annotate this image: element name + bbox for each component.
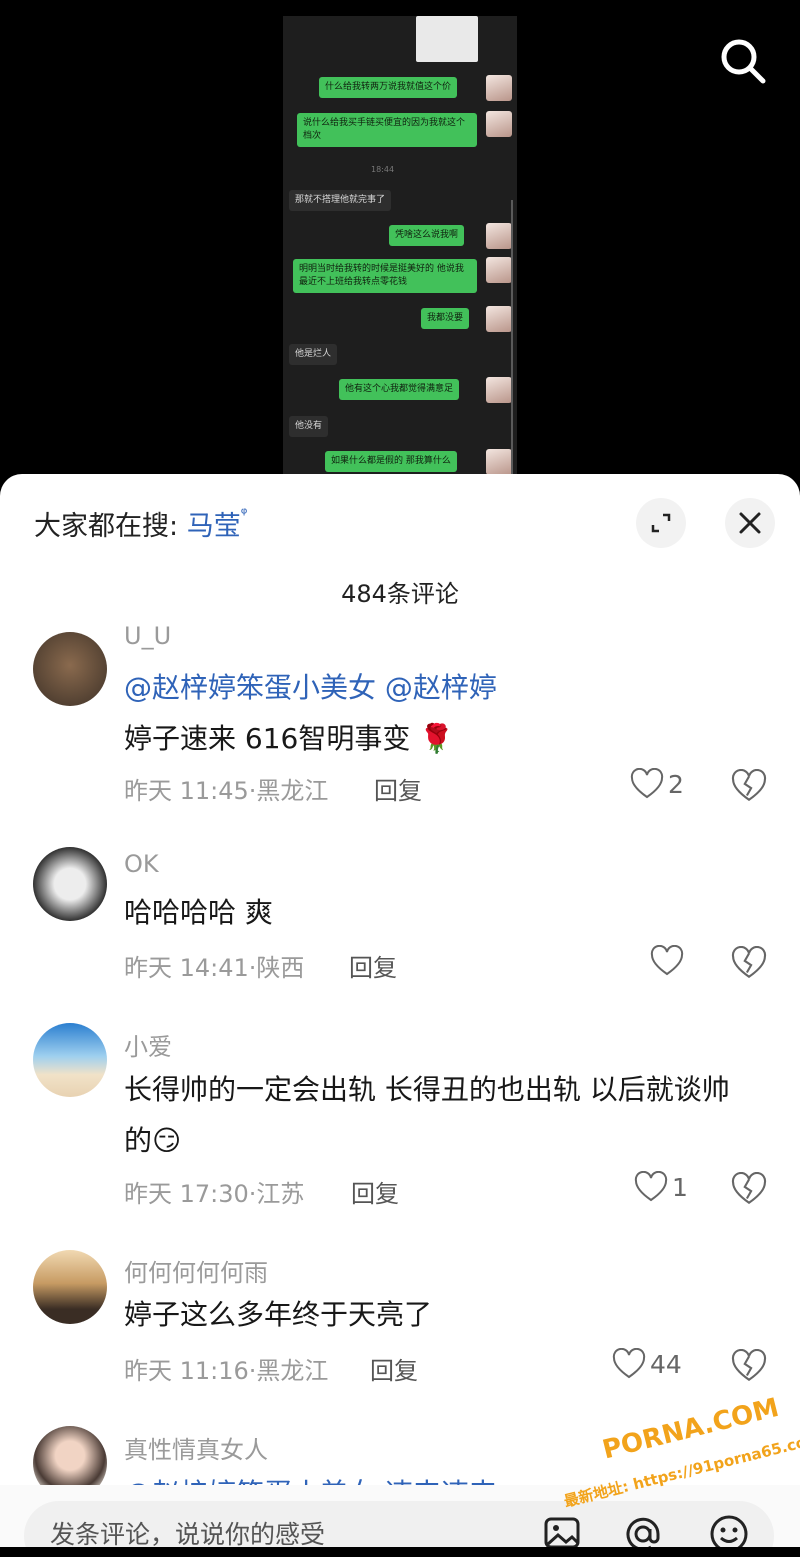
comment-time-location: 昨天 14:41·陕西: [124, 954, 305, 982]
comment-body: 婷子速来 616智明事变 🌹: [124, 722, 455, 755]
expand-icon: [651, 513, 671, 533]
chat-message: 如果什么都是假的 那我算什么: [325, 451, 457, 472]
broken-heart-icon: [731, 945, 767, 979]
comment-author[interactable]: 真性情真女人: [124, 1430, 268, 1465]
chat-avatar: [486, 377, 512, 403]
broken-heart-icon: [731, 1348, 767, 1382]
hot-search[interactable]: 大家都在搜: 马莹ᵠ: [34, 504, 247, 543]
chat-message: 凭啥这么说我啊: [389, 225, 465, 246]
hot-search-label: 大家都在搜:: [34, 511, 179, 542]
image-message-preview: [416, 16, 478, 62]
chat-avatar: [486, 449, 512, 475]
like-button[interactable]: [650, 944, 688, 981]
avatar[interactable]: [33, 1023, 107, 1097]
chat-message: 他是烂人: [289, 344, 338, 365]
mention-link[interactable]: @赵梓婷: [385, 671, 497, 704]
chat-message: 明明当时给我转的时候是挺美好的 他说我最近不上班给我转点零花钱: [293, 259, 477, 293]
chat-avatar: [486, 75, 512, 101]
like-button[interactable]: 2: [630, 767, 684, 804]
heart-icon: [612, 1347, 646, 1379]
avatar[interactable]: [33, 1250, 107, 1324]
mention-link[interactable]: @赵梓婷笨蛋小美女: [124, 671, 376, 704]
chat-avatar: [486, 306, 512, 332]
chat-scrollbar: [511, 200, 513, 486]
chat-timestamp: 18:44: [371, 165, 395, 174]
comment-time-location: 昨天 11:45·黑龙江: [124, 777, 329, 805]
comment-time-location: 昨天 17:30·江苏: [124, 1180, 305, 1208]
comment-time-location: 昨天 11:16·黑龙江: [124, 1357, 329, 1385]
like-count: 44: [650, 1349, 682, 1379]
close-button[interactable]: [725, 498, 775, 548]
dislike-button[interactable]: [731, 1171, 767, 1208]
like-count: 2: [668, 769, 684, 799]
heart-icon: [630, 767, 664, 799]
dislike-button[interactable]: [731, 945, 767, 982]
comment-count: 484条评论: [341, 580, 459, 608]
avatar[interactable]: [33, 632, 107, 706]
video-area[interactable]: 什么给我转两万说我就值这个价 说什么给我买手链买便宜的因为我就这个档次 18:4…: [0, 0, 800, 486]
reply-button[interactable]: 回复: [351, 1174, 399, 1209]
comment-sheet: 大家都在搜: 马莹ᵠ 484条评论 U_U @赵梓婷笨蛋小美女 @赵梓婷 婷子速…: [0, 474, 800, 1547]
reply-button[interactable]: 回复: [349, 948, 397, 983]
chat-message: 他有这个心我都觉得满意足: [339, 379, 460, 400]
search-icon[interactable]: [716, 34, 770, 88]
like-count: 1: [672, 1172, 688, 1202]
comment-text: 哈哈哈哈 爽: [124, 896, 273, 929]
reply-button[interactable]: 回复: [374, 771, 422, 806]
chat-message: 说什么给我买手链买便宜的因为我就这个档次: [297, 113, 477, 147]
broken-heart-icon: [731, 768, 767, 802]
hot-search-keyword[interactable]: 马莹: [187, 511, 241, 542]
like-button[interactable]: 44: [612, 1347, 682, 1384]
broken-heart-icon: [731, 1171, 767, 1205]
avatar[interactable]: [33, 847, 107, 921]
chat-message: 他没有: [289, 416, 329, 437]
heart-icon: [650, 944, 684, 976]
comment-author[interactable]: OK: [124, 850, 159, 878]
chat-avatar: [486, 111, 512, 137]
chat-message: 什么给我转两万说我就值这个价: [319, 77, 458, 98]
comment-text: @赵梓婷笨蛋小美女 @赵梓婷 婷子速来 616智明事变 🌹: [124, 662, 764, 764]
chat-avatar: [486, 257, 512, 283]
chat-message: 我都没要: [421, 308, 470, 329]
hot-search-icon: ᵠ: [240, 504, 248, 523]
heart-icon: [634, 1170, 668, 1202]
reply-button[interactable]: 回复: [370, 1351, 418, 1386]
comment-author[interactable]: 小爱: [124, 1027, 172, 1062]
expand-button[interactable]: [636, 498, 686, 548]
close-icon: [739, 512, 761, 534]
comment-text: 婷子这么多年终于天亮了: [124, 1298, 433, 1331]
dislike-button[interactable]: [731, 768, 767, 805]
comment-author[interactable]: U_U: [124, 622, 171, 650]
dislike-button[interactable]: [731, 1348, 767, 1385]
chat-avatar: [486, 223, 512, 249]
like-button[interactable]: 1: [634, 1170, 688, 1207]
comment-text: 长得帅的一定会出轨 长得丑的也出轨 以后就谈帅的😏: [124, 1073, 730, 1157]
comment-input-placeholder: 发条评论，说说你的感受: [50, 1520, 326, 1547]
chat-message: 那就不搭理他就完事了: [289, 190, 392, 211]
chat-screenshot: 什么给我转两万说我就值这个价 说什么给我买手链买便宜的因为我就这个档次 18:4…: [283, 16, 517, 486]
comment-author[interactable]: 何何何何何雨: [124, 1253, 268, 1288]
